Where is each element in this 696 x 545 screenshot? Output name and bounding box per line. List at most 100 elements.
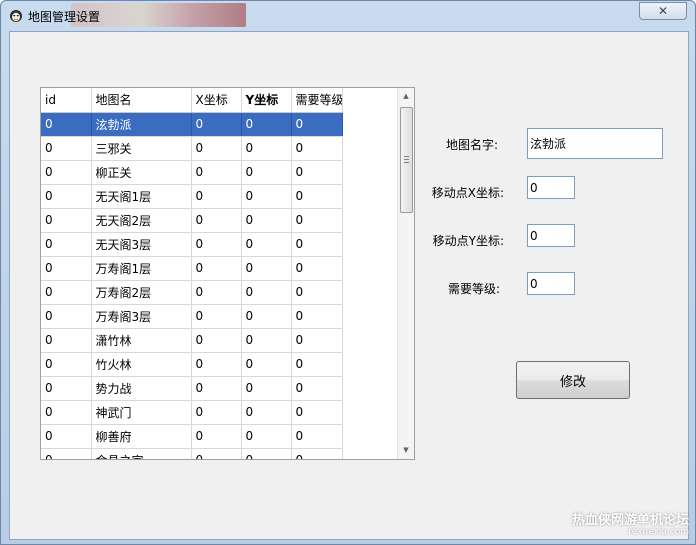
table-row[interactable]: 0 势力战 0 0 0 <box>41 376 343 401</box>
table-cell: 潇竹林 <box>91 328 192 353</box>
table-cell: 0 <box>241 136 292 161</box>
move-y-label: 移动点Y坐标: <box>432 234 504 248</box>
table-cell: 柳善府 <box>91 424 192 449</box>
table-cell: 0 <box>241 256 292 281</box>
table-row[interactable]: 0 竹火林 0 0 0 <box>41 352 343 377</box>
table-cell: 0 <box>241 112 292 137</box>
table-row[interactable]: 0 神武门 0 0 0 <box>41 400 343 425</box>
scroll-down-arrow-icon[interactable]: ▼ <box>398 442 414 459</box>
table-cell: 0 <box>241 352 292 377</box>
table-row[interactable]: 0 柳正关 0 0 0 <box>41 160 343 185</box>
modify-button[interactable]: 修改 <box>516 361 630 399</box>
map-name-input[interactable] <box>527 128 663 159</box>
table-cell: 0 <box>41 232 92 257</box>
move-x-input[interactable] <box>527 176 575 199</box>
table-cell: 0 <box>241 208 292 233</box>
table-cell: 0 <box>291 448 343 459</box>
table-cell: 0 <box>41 184 92 209</box>
column-header-map-name[interactable]: 地图名 <box>91 88 192 113</box>
grid-body: id 地图名 X坐标 Y坐标 需要等级 0 泫勃派 0 0 0 0 三邪关 0 0 0 0 柳正关 0 0… <box>41 88 397 459</box>
close-icon: ✕ <box>657 4 669 18</box>
watermark-text: 热血侠网游单机论坛 <box>571 513 689 528</box>
required-level-label: 需要等级: <box>447 282 500 296</box>
move-x-label: 移动点X坐标: <box>431 186 504 200</box>
column-header-x[interactable]: X坐标 <box>191 88 242 113</box>
table-header-row: id 地图名 X坐标 Y坐标 需要等级 <box>41 88 343 113</box>
table-cell: 0 <box>241 280 292 305</box>
table-cell: 0 <box>241 184 292 209</box>
table-cell: 0 <box>41 160 92 185</box>
map-table: id 地图名 X坐标 Y坐标 需要等级 0 泫勃派 0 0 0 0 三邪关 0 0 0 0 柳正关 0 0… <box>41 88 343 459</box>
table-cell: 0 <box>41 448 92 459</box>
column-header-y[interactable]: Y坐标 <box>241 88 292 113</box>
table-cell: 0 <box>191 160 242 185</box>
table-cell: 0 <box>291 184 343 209</box>
client-area: id 地图名 X坐标 Y坐标 需要等级 0 泫勃派 0 0 0 0 三邪关 0 0 0 0 柳正关 0 0… <box>9 31 689 540</box>
required-level-input[interactable] <box>527 272 575 295</box>
table-row[interactable]: 0 无天阁3层 0 0 0 <box>41 232 343 257</box>
table-row[interactable]: 0 无天阁2层 0 0 0 <box>41 208 343 233</box>
close-button[interactable]: ✕ <box>639 2 687 20</box>
table-cell: 0 <box>291 328 343 353</box>
table-row[interactable]: 0 柳善府 0 0 0 <box>41 424 343 449</box>
column-header-level[interactable]: 需要等级 <box>291 88 343 113</box>
table-cell: 0 <box>291 256 343 281</box>
table-cell: 0 <box>291 400 343 425</box>
table-cell: 0 <box>191 232 242 257</box>
table-row[interactable]: 0 潇竹林 0 0 0 <box>41 328 343 353</box>
table-cell: 0 <box>41 328 92 353</box>
table-cell: 无天阁1层 <box>91 184 192 209</box>
table-row[interactable]: 0 万寿阁2层 0 0 0 <box>41 280 343 305</box>
table-cell: 0 <box>41 400 92 425</box>
table-cell: 0 <box>191 352 242 377</box>
table-cell: 0 <box>41 112 92 137</box>
table-cell: 0 <box>291 376 343 401</box>
table-body: 0 泫勃派 0 0 0 0 三邪关 0 0 0 0 柳正关 0 0 0 0 无天阁1层 0 0 0 0 无天阁2层 0 0 0 0… <box>41 112 343 459</box>
table-cell: 0 <box>241 448 292 459</box>
table-cell: 0 <box>191 448 242 459</box>
watermark-url: rexuexia.com <box>628 527 689 537</box>
table-cell: 0 <box>241 376 292 401</box>
table-cell: 0 <box>291 160 343 185</box>
table-row[interactable]: 0 三邪关 0 0 0 <box>41 136 343 161</box>
table-cell: 0 <box>291 232 343 257</box>
table-cell: 0 <box>241 160 292 185</box>
table-cell: 0 <box>41 304 92 329</box>
table-cell: 竹火林 <box>91 352 192 377</box>
table-cell: 金昌之家 <box>91 448 192 459</box>
table-cell: 无天阁3层 <box>91 232 192 257</box>
table-cell: 柳正关 <box>91 160 192 185</box>
table-cell: 0 <box>41 352 92 377</box>
app-logo-icon <box>10 10 22 22</box>
grid-vertical-scrollbar[interactable]: ▲ ▼ <box>397 88 414 459</box>
table-cell: 0 <box>241 424 292 449</box>
column-header-id[interactable]: id <box>41 88 92 113</box>
scrollbar-grip-icon <box>404 156 409 163</box>
table-cell: 0 <box>291 208 343 233</box>
table-row[interactable]: 0 万寿阁1层 0 0 0 <box>41 256 343 281</box>
table-cell: 0 <box>191 328 242 353</box>
table-cell: 0 <box>191 304 242 329</box>
move-y-input[interactable] <box>527 224 575 247</box>
title-bar[interactable]: 地图管理设置 ✕ <box>1 1 695 31</box>
table-cell: 0 <box>291 352 343 377</box>
table-cell: 0 <box>191 376 242 401</box>
table-cell: 0 <box>291 136 343 161</box>
table-cell: 0 <box>41 208 92 233</box>
table-row[interactable]: 0 无天阁1层 0 0 0 <box>41 184 343 209</box>
table-cell: 0 <box>41 376 92 401</box>
scroll-up-arrow-icon[interactable]: ▲ <box>398 88 414 105</box>
app-window: 地图管理设置 ✕ id 地图名 X坐标 Y坐标 需要等级 0 泫勃派 0 0 0… <box>0 0 696 545</box>
table-cell: 0 <box>191 112 242 137</box>
table-cell: 0 <box>191 280 242 305</box>
table-cell: 无天阁2层 <box>91 208 192 233</box>
table-cell: 0 <box>291 304 343 329</box>
table-cell: 万寿阁3层 <box>91 304 192 329</box>
table-cell: 0 <box>241 232 292 257</box>
table-row[interactable]: 0金昌之家000 <box>41 448 343 459</box>
map-data-grid[interactable]: id 地图名 X坐标 Y坐标 需要等级 0 泫勃派 0 0 0 0 三邪关 0 0 0 0 柳正关 0 0… <box>40 87 415 460</box>
table-cell: 0 <box>41 280 92 305</box>
table-row[interactable]: 0 泫勃派 0 0 0 <box>41 112 343 137</box>
table-row[interactable]: 0 万寿阁3层 0 0 0 <box>41 304 343 329</box>
table-cell: 0 <box>41 424 92 449</box>
